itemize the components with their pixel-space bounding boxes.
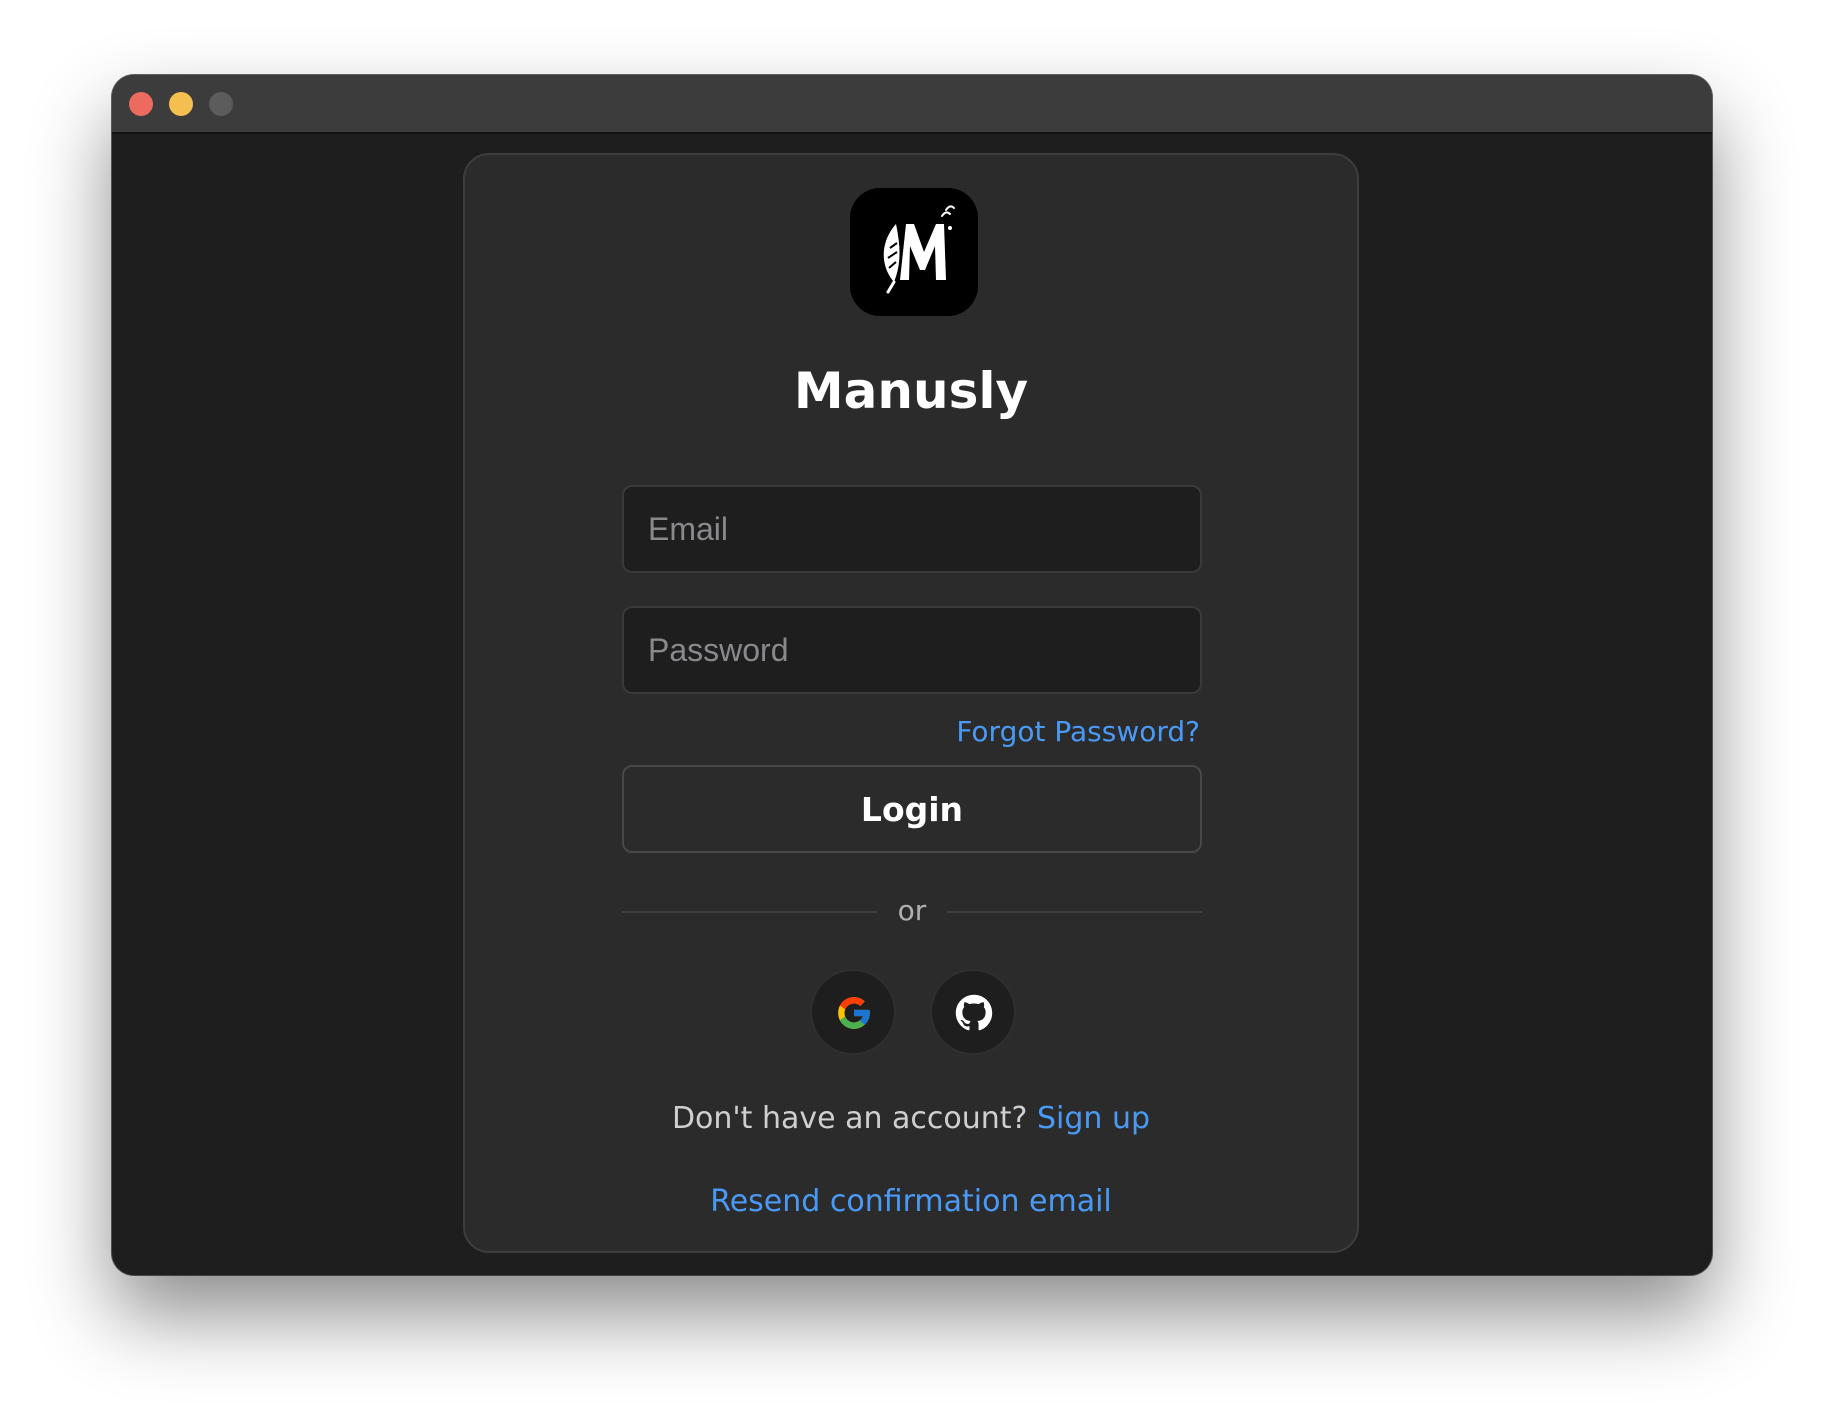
login-button[interactable]: Login <box>622 765 1202 853</box>
divider-label: or <box>897 894 927 927</box>
email-input[interactable] <box>622 485 1202 573</box>
window-minimize-button[interactable] <box>169 92 193 116</box>
signup-prompt: Don't have an account? <box>671 1101 1038 1136</box>
login-card: Manusly Forgot Password? Login or Don't … <box>463 153 1359 1253</box>
window-zoom-button[interactable] <box>209 92 233 116</box>
forgot-password-link[interactable]: Forgot Password? <box>956 715 1200 749</box>
resend-confirmation-link[interactable]: Resend confirmation email <box>465 1183 1357 1221</box>
divider-line-left <box>622 911 877 913</box>
signup-link[interactable]: Sign up <box>1037 1101 1150 1136</box>
password-input[interactable] <box>622 606 1202 694</box>
signup-row: Don't have an account? Sign up <box>465 1100 1357 1138</box>
divider-line-right <box>947 911 1202 913</box>
app-title: Manusly <box>793 362 1029 420</box>
title-bar <box>112 75 1712 134</box>
manusly-logo-icon <box>850 188 978 316</box>
window-close-button[interactable] <box>129 92 153 116</box>
google-login-button[interactable] <box>810 969 896 1055</box>
github-login-button[interactable] <box>930 969 1016 1055</box>
google-icon <box>838 997 870 1029</box>
github-icon <box>955 994 993 1031</box>
app-window: Manusly Forgot Password? Login or Don't … <box>112 75 1712 1275</box>
